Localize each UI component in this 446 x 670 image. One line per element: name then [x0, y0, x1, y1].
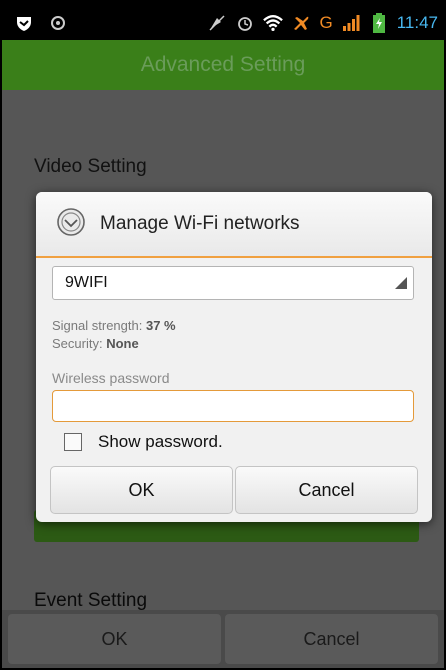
show-password-label: Show password. — [98, 432, 223, 451]
security-value: None — [106, 336, 139, 351]
network-select[interactable]: 9WIFI — [52, 266, 414, 300]
wifi-dialog: Manage Wi-Fi networks 9WIFI Signal stren… — [36, 192, 432, 522]
cancel-button[interactable]: Cancel — [235, 466, 418, 514]
airplane-icon — [291, 13, 311, 33]
signal-strength: Signal strength: 37 % — [52, 318, 176, 333]
show-password-row[interactable]: Show password. — [64, 432, 223, 452]
ok-button[interactable]: OK — [50, 466, 233, 514]
security-label: Security: — [52, 336, 103, 351]
event-setting-heading: Event Setting — [34, 590, 148, 611]
background-ok-button[interactable]: OK — [8, 614, 221, 664]
app-header: Advanced Setting — [2, 40, 444, 90]
dialog-title: Manage Wi-Fi networks — [100, 213, 300, 234]
dialog-header: Manage Wi-Fi networks — [36, 192, 432, 258]
background-cancel-button[interactable]: Cancel — [225, 614, 438, 664]
signal-strength-label: Signal strength: — [52, 318, 143, 333]
clock: 11:47 — [396, 13, 438, 32]
phone-screen: G 11:47 Advanced Setting Video Setting E… — [0, 0, 446, 670]
wifi-dialog-icon — [56, 207, 86, 241]
network-select-value: 9WIFI — [65, 274, 108, 291]
notification-icon — [48, 13, 68, 33]
wifi-icon — [263, 13, 284, 33]
dialog-buttons: OK Cancel — [50, 466, 418, 514]
mute-icon — [207, 13, 227, 33]
password-input[interactable] — [52, 390, 414, 422]
page-title: Advanced Setting — [140, 53, 306, 76]
signal-strength-value: 37 % — [145, 318, 176, 333]
battery-icon — [369, 13, 389, 33]
password-label: Wireless password — [52, 370, 170, 386]
security-info: Security: None — [52, 336, 139, 351]
alarm-icon — [235, 13, 255, 33]
status-bar: G 11:47 — [2, 6, 444, 40]
network-type: G — [319, 13, 333, 32]
show-password-checkbox[interactable] — [64, 433, 82, 451]
signal-icon — [341, 13, 361, 33]
bottom-button-bar: OK Cancel — [2, 610, 444, 668]
dropdown-arrow-icon — [395, 276, 407, 294]
shield-icon — [14, 13, 34, 33]
video-setting-heading: Video Setting — [34, 156, 147, 177]
